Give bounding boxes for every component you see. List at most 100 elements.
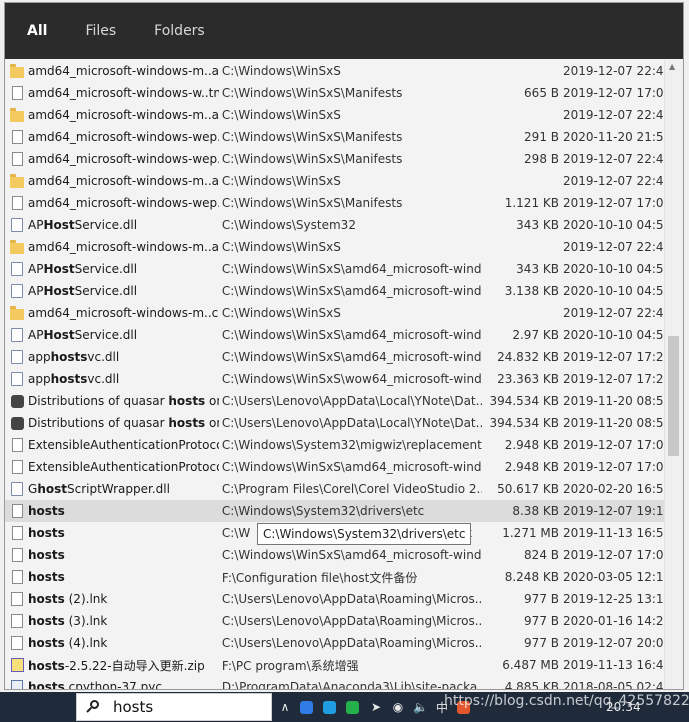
tray-wechat-icon[interactable] [346, 700, 359, 714]
result-name-match: Host [43, 262, 75, 276]
result-name-match: hosts [28, 658, 65, 673]
result-name: Distributions of quasar hosts on... [28, 394, 219, 408]
result-name: hosts (4).lnk [28, 636, 219, 650]
result-path: C:\Users\Lenovo\AppData\Local\YNote\Dat.… [222, 416, 482, 430]
result-path-text: C:\Windows\WinSxS [221, 306, 341, 320]
result-date: 2020-03-05 12:14 [563, 570, 672, 584]
result-date: 2019-12-07 22:46 [563, 240, 672, 254]
result-row[interactable]: Distributions of quasar hosts on...C:\Us… [5, 412, 672, 434]
link-icon [10, 613, 24, 629]
result-size: 8.248 KB [504, 570, 559, 584]
result-name-prefix: AP [28, 284, 44, 298]
result-row[interactable]: amd64_microsoft-windows-wep... C:\Windows… [5, 192, 671, 214]
result-path: C:\Windows\System32\migwiz\replacement..… [222, 438, 482, 452]
result-path: C:\Users\Lenovo\AppData\Roaming\Micros..… [222, 592, 482, 606]
folder-glyph-icon [10, 306, 24, 320]
folder-icon [10, 63, 24, 79]
file-icon [10, 195, 24, 211]
result-name: amd64_microsoft-windows-wep... [28, 196, 219, 210]
result-row[interactable]: amd64_microsoft-windows-m..a... C:\Window… [5, 60, 671, 82]
result-row[interactable]: amd64_microsoft-windows-m..a... C:\Window… [5, 236, 672, 258]
result-row[interactable]: amd64_microsoft-windows-m..a... C:\Window… [5, 104, 671, 126]
result-row[interactable]: ExtensibleAuthenticationProtoco... C:\Win… [5, 456, 671, 478]
result-name-prefix: amd64_microsoft-windows-wep... [28, 130, 219, 144]
result-date: 2019-11-20 08:58 [563, 416, 672, 430]
result-path: C:\Windows\WinSxS [222, 108, 482, 122]
result-row[interactable]: apphostsvc.dll C:\Windows\WinSxS\wow64_mi… [5, 368, 671, 390]
result-row[interactable]: Distributions of quasar hosts on...C:\Us… [5, 390, 672, 412]
file-glyph-icon [11, 86, 23, 100]
result-row[interactable]: amd64_microsoft-windows-m..c... C:\Window… [5, 302, 671, 324]
result-path-text: C:\Users\Lenovo\AppData\Roaming\Micros..… [221, 614, 482, 628]
result-date: 2020-10-10 04:52 [563, 284, 672, 298]
search-input[interactable]: hosts [76, 693, 272, 721]
result-path-text: C:\Users\Lenovo\AppData\Local\YNote\Dat.… [221, 416, 482, 430]
result-name-suffix: ScriptWrapper.dll [66, 482, 170, 496]
result-row[interactable]: hosts (2).lnk C:\Users\Lenovo\AppData\Roa… [5, 588, 671, 610]
result-name: GhostScriptWrapper.dll [28, 482, 219, 496]
result-row[interactable]: hosts F:\Configuration file\host文件备份 8.248… [5, 566, 672, 588]
result-row[interactable]: GhostScriptWrapper.dll C:\Program Files\C… [5, 478, 671, 500]
result-row[interactable]: APHostService.dll C:\Windows\WinSxS\amd64… [5, 280, 672, 302]
result-row[interactable]: hosts C:\Windows\System32\drivers\etc 8.38… [5, 500, 672, 522]
result-size: 4.885 KB [504, 680, 559, 690]
scrollbar-thumb[interactable] [668, 336, 679, 456]
file-glyph-icon [11, 504, 23, 518]
tray-wifi-icon[interactable]: ◉ [391, 700, 405, 714]
tab-all[interactable]: All [27, 19, 47, 43]
result-path-text: F:\PC program\系统增强 [221, 658, 359, 673]
result-path: C:\Windows\System32 [222, 218, 482, 232]
result-row[interactable]: ExtensibleAuthenticationProtoco... C:\Win… [5, 434, 671, 456]
folder-glyph-icon [10, 174, 24, 188]
tray-app-icon[interactable] [300, 700, 313, 714]
result-row[interactable]: amd64_microsoft-windows-wep... C:\Windows… [5, 148, 671, 170]
result-row[interactable]: APHostService.dll C:\Windows\WinSxS\amd64… [5, 324, 671, 346]
result-row[interactable]: APHostService.dll C:\Windows\System32 343 … [5, 214, 671, 236]
result-size: 291 B [524, 130, 559, 144]
result-name-suffix: on... [209, 394, 219, 408]
result-path: F:\Configuration file\host文件备份 [222, 569, 482, 586]
result-row[interactable]: apphostsvc.dll C:\Windows\WinSxS\amd64_mi… [5, 346, 671, 368]
result-path: C:\Windows\WinSxS\amd64_microsoft-wind..… [222, 350, 482, 364]
result-row[interactable]: hosts (3).lnk C:\Users\Lenovo\AppData\Roa… [5, 610, 671, 632]
result-path: C:\Windows\WinSxS\amd64_microsoft-wind..… [222, 548, 482, 562]
result-date: 2019-12-07 22:46 [563, 174, 672, 188]
result-date: 2019-11-13 16:56 [563, 526, 672, 540]
tray-send-icon[interactable]: ➤ [369, 700, 383, 714]
result-date: 2019-12-07 19:12 [563, 504, 672, 518]
result-row[interactable]: amd64_microsoft-windows-wep... C:\Windows… [5, 126, 671, 148]
result-row[interactable]: hosts (4).lnk C:\Users\Lenovo\AppData\Roa… [5, 632, 671, 654]
result-name: hosts [28, 548, 219, 562]
folder-icon [10, 173, 24, 189]
result-name-prefix: amd64_microsoft-windows-w..tn... [28, 86, 219, 100]
result-path-text: C:\Program Files\Corel\Corel VideoStudio… [221, 482, 482, 496]
tab-folders[interactable]: Folders [154, 19, 205, 43]
result-date: 2018-08-05 02:43 [563, 680, 672, 690]
scroll-up-arrow-icon[interactable]: ▲ [669, 62, 675, 71]
result-date: 2019-11-20 08:59 [563, 394, 672, 408]
result-row[interactable]: hosts-2.5.22-自动导入更新.zip F:\PC program\系统增… [5, 654, 671, 676]
result-row[interactable]: amd64_microsoft-windows-m..a... C:\Window… [5, 170, 672, 192]
result-name-match: hosts [168, 394, 206, 408]
results-scrollbar[interactable]: ▲ [664, 60, 683, 689]
result-row[interactable]: APHostService.dll C:\Windows\WinSxS\amd64… [5, 258, 671, 280]
tray-volume-icon[interactable]: 🔈 [413, 700, 428, 714]
result-path-text: C:\Windows\System32\migwiz\replacement..… [221, 438, 482, 452]
result-name: amd64_microsoft-windows-m..a... [28, 108, 219, 122]
zip-glyph-icon [10, 658, 24, 672]
result-name: hosts [28, 570, 219, 584]
tray-bird-icon[interactable] [323, 700, 336, 714]
gear-glyph-icon [11, 262, 23, 276]
result-row[interactable]: hosts C:\Windows\WinSxS\amd64_microsoft-w… [5, 544, 671, 566]
watermark-text: https://blog.csdn.net/qq_42557822 [444, 693, 689, 709]
result-row[interactable]: amd64_microsoft-windows-w..tn... C:\Windo… [5, 82, 671, 104]
tray-chevron-up-icon[interactable]: ∧ [278, 700, 292, 714]
result-name-prefix: amd64_microsoft-windows-m..a... [28, 240, 219, 254]
result-path: C:\Windows\WinSxS\Manifests [222, 196, 482, 210]
folder-icon [10, 239, 24, 255]
result-name: amd64_microsoft-windows-m..a... [28, 64, 219, 78]
tab-files[interactable]: Files [85, 19, 116, 43]
gear-icon [10, 217, 24, 233]
result-row[interactable]: hosts.cpython-37.pyc D:\ProgramData\Anaco… [5, 676, 672, 690]
result-name: amd64_microsoft-windows-m..c... [28, 306, 219, 320]
